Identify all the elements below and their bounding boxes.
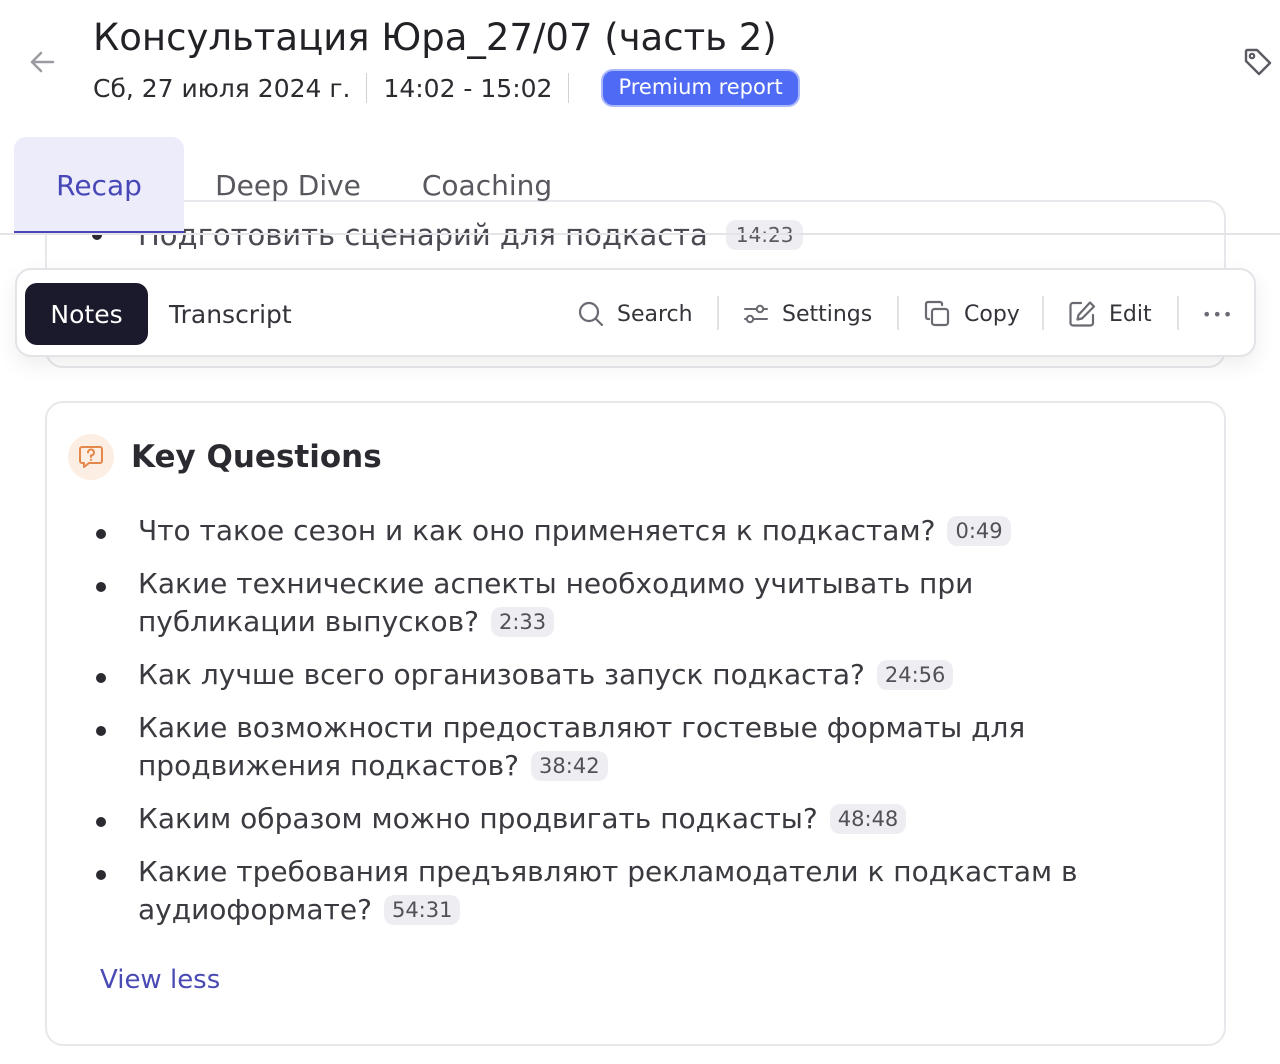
question-bubble-icon bbox=[68, 434, 114, 480]
toolbar-divider bbox=[1177, 296, 1179, 330]
transcript-toggle[interactable]: Transcript bbox=[169, 283, 319, 345]
premium-badge[interactable]: Premium report bbox=[601, 69, 800, 107]
question-timestamp[interactable]: 38:42 bbox=[531, 751, 608, 781]
copy-button[interactable]: Copy bbox=[922, 283, 1020, 345]
copy-icon bbox=[924, 300, 950, 327]
notes-toolbar: Notes Transcript Search Settings Copy Ed… bbox=[15, 268, 1256, 357]
tabs-divider bbox=[0, 233, 1280, 235]
tab-coaching[interactable]: Coaching bbox=[402, 137, 572, 233]
tag-icon bbox=[1244, 48, 1272, 76]
meeting-time: 14:02 - 15:02 bbox=[383, 73, 553, 103]
more-options-button[interactable]: ••• bbox=[1202, 283, 1233, 345]
arrow-left-icon bbox=[30, 51, 55, 73]
question-timestamp[interactable]: 0:49 bbox=[947, 516, 1011, 546]
settings-label: Settings bbox=[782, 301, 873, 327]
question-text: Как лучше всего организовать запуск подк… bbox=[138, 658, 865, 691]
back-button[interactable] bbox=[22, 42, 62, 82]
question-timestamp[interactable]: 48:48 bbox=[829, 804, 907, 834]
edit-label: Edit bbox=[1109, 301, 1152, 327]
meeting-date: Сб, 27 июля 2024 г. bbox=[93, 73, 351, 103]
question-timestamp[interactable]: 24:56 bbox=[876, 660, 954, 690]
tab-deep-dive[interactable]: Deep Dive bbox=[204, 137, 372, 233]
meeting-meta: Сб, 27 июля 2024 г. 14:02 - 15:02 Premiu… bbox=[93, 69, 800, 107]
search-icon bbox=[578, 301, 604, 327]
edit-button[interactable]: Edit bbox=[1067, 283, 1152, 345]
copy-label: Copy bbox=[964, 301, 1020, 327]
question-item: Как лучше всего организовать запуск подк… bbox=[92, 656, 1152, 694]
question-item: Какие технические аспекты необходимо учи… bbox=[92, 565, 1152, 641]
key-questions-list: Что такое сезон и как оно применяется к … bbox=[92, 512, 1152, 944]
settings-button[interactable]: Settings bbox=[742, 283, 872, 345]
view-less-link[interactable]: View less bbox=[100, 962, 220, 998]
question-text: Каким образом можно продвигать подкасты? bbox=[138, 802, 818, 835]
sliders-icon bbox=[744, 304, 768, 324]
search-button[interactable]: Search bbox=[577, 283, 693, 345]
question-item: Какие возможности предоставляют гостевые… bbox=[92, 709, 1152, 785]
question-item: Что такое сезон и как оно применяется к … bbox=[92, 512, 1152, 550]
question-item: Каким образом можно продвигать подкасты?… bbox=[92, 800, 1152, 838]
question-timestamp[interactable]: 54:31 bbox=[383, 895, 461, 925]
meta-divider bbox=[366, 73, 368, 103]
search-label: Search bbox=[617, 301, 693, 327]
page-title: Консультация Юра_27/07 (часть 2) bbox=[93, 16, 777, 59]
meta-divider bbox=[568, 73, 570, 103]
key-questions-title: Key Questions bbox=[131, 439, 382, 475]
edit-icon bbox=[1069, 301, 1096, 327]
toolbar-divider bbox=[897, 296, 899, 330]
question-text: Какие технические аспекты необходимо учи… bbox=[138, 567, 974, 638]
question-timestamp[interactable]: 2:33 bbox=[490, 607, 555, 637]
tab-recap[interactable]: Recap bbox=[14, 137, 184, 233]
question-item: Какие требования предъявляют рекламодате… bbox=[92, 853, 1152, 929]
question-text: Какие требования предъявляют рекламодате… bbox=[138, 855, 1078, 926]
toolbar-divider bbox=[717, 296, 719, 330]
tag-button[interactable] bbox=[1236, 40, 1280, 84]
question-text: Что такое сезон и как оно применяется к … bbox=[138, 514, 936, 547]
notes-toggle[interactable]: Notes bbox=[25, 283, 148, 345]
toolbar-divider bbox=[1042, 296, 1044, 330]
main-tabs: Recap Deep Dive Coaching bbox=[0, 137, 1280, 235]
